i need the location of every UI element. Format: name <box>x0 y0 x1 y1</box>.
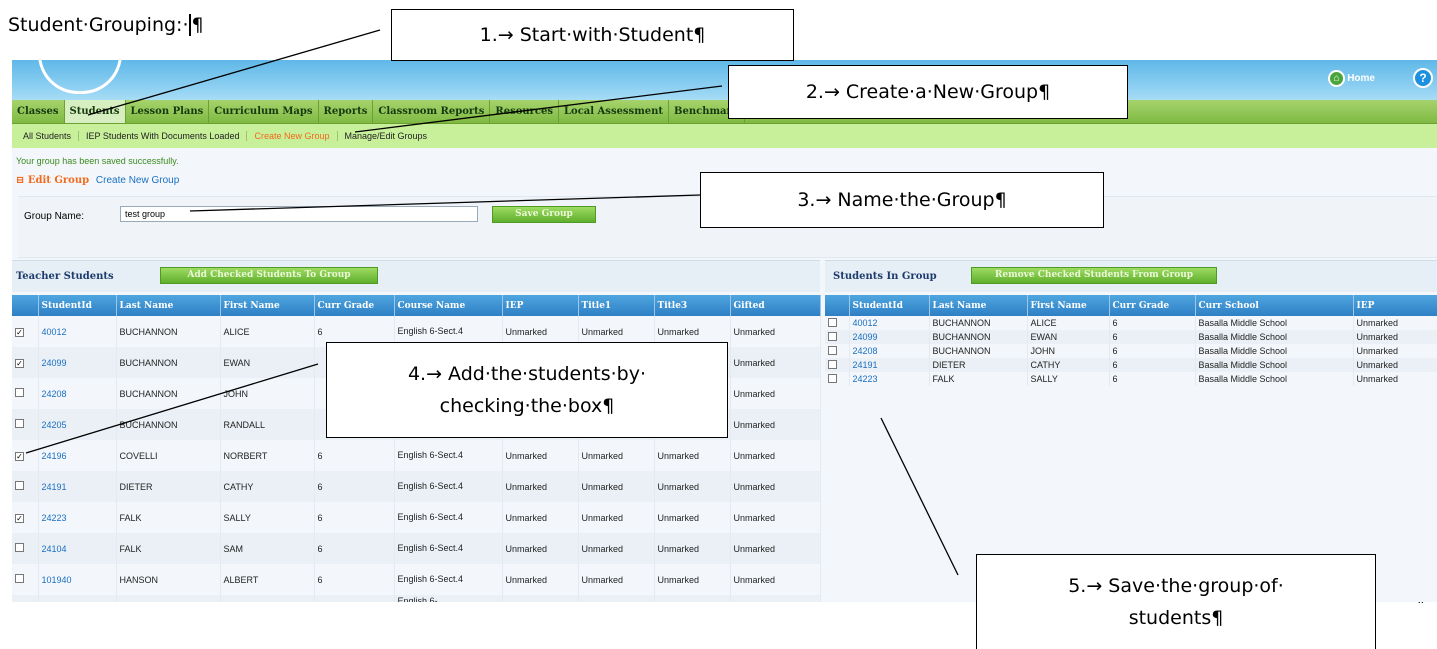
callout-step-5: 5.→ Save·the·group·of· students¶ <box>976 554 1376 649</box>
leader-line-4 <box>25 363 319 454</box>
leader-line-1 <box>87 29 381 116</box>
callout-step-2: 2.→ Create·a·New·Group¶ <box>728 65 1128 119</box>
leader-line-5 <box>880 417 959 576</box>
callout-step-5-line2: students¶ <box>1128 607 1224 629</box>
callout-step-3: 3.→ Name·the·Group¶ <box>700 172 1104 228</box>
callout-leader-lines <box>25 29 959 576</box>
callout-step-1: 1.→ Start·with·Student¶ <box>391 9 794 61</box>
leader-line-2 <box>354 85 723 133</box>
callout-step-4: 4.→ Add·the·students·by· checking·the·bo… <box>326 342 728 438</box>
leader-line-3 <box>189 194 701 212</box>
callout-step-4-line1: 4.→ Add·the·students·by· <box>407 363 647 385</box>
callout-step-5-line1: 5.→ Save·the·group·of· <box>1068 575 1284 597</box>
callout-step-4-line2: checking·the·box¶ <box>439 395 615 417</box>
